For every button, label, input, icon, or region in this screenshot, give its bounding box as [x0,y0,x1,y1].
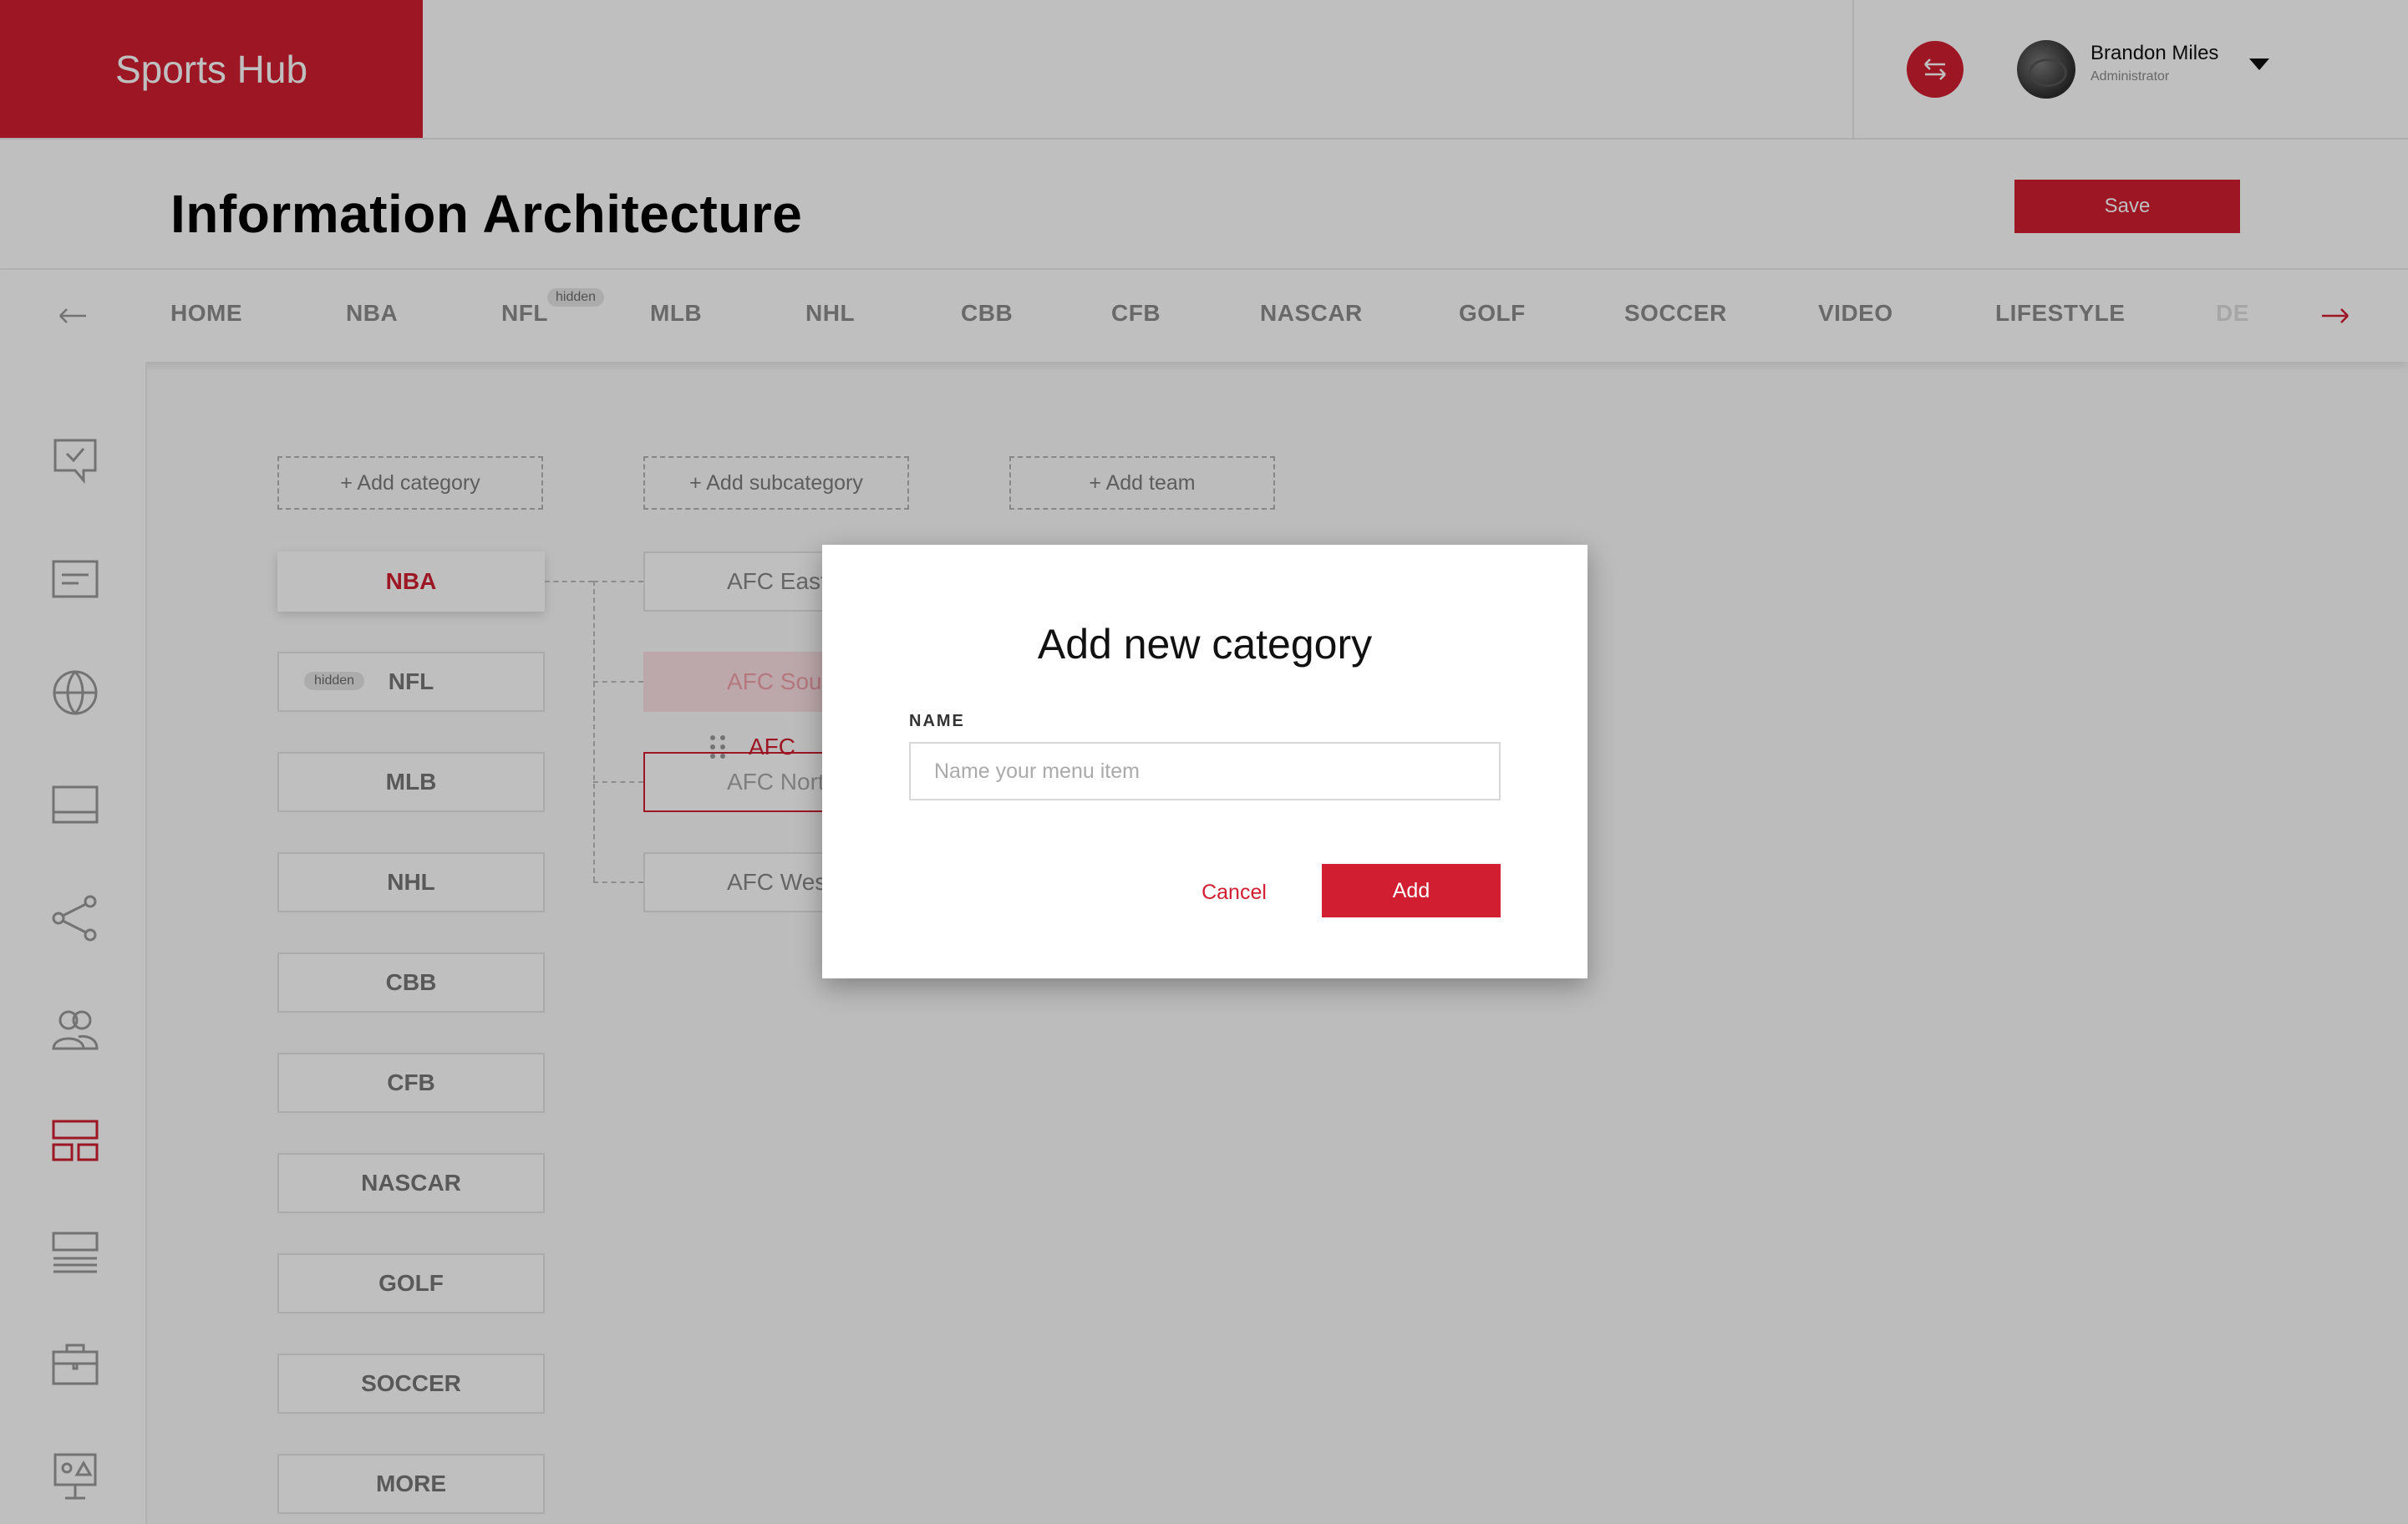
add-category-dialog: Add new category NAME Cancel Add [822,545,1588,978]
cancel-button[interactable]: Cancel [1171,866,1297,919]
dialog-title: Add new category [1037,621,1373,668]
name-field-label: NAME [909,712,965,730]
name-input[interactable] [909,742,1501,800]
add-button[interactable]: Add [1322,864,1501,917]
